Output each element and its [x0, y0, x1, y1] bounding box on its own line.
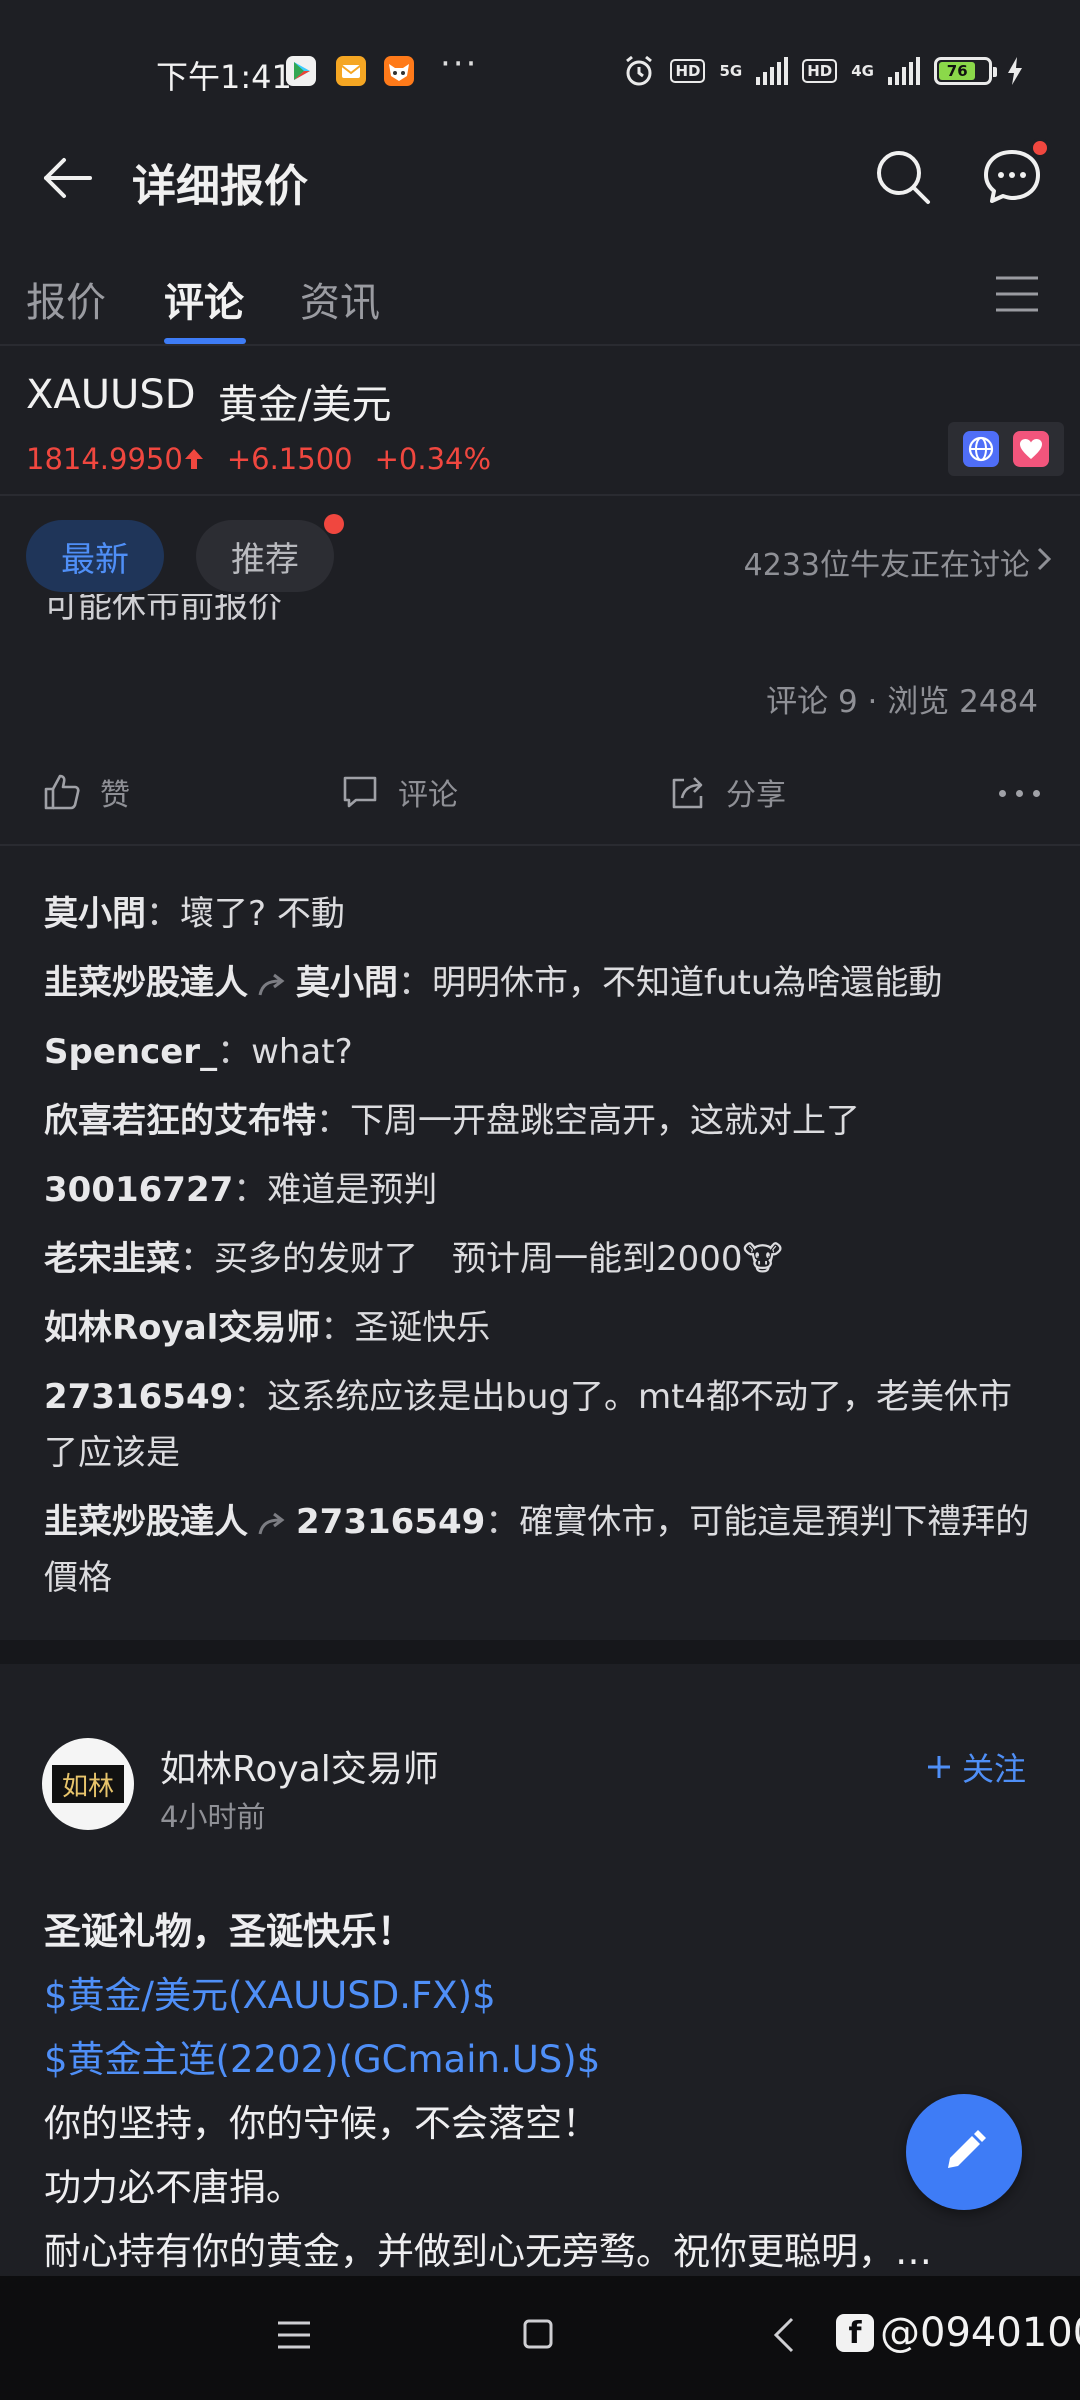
stock-tag-link[interactable]: $黄金/美元(XAUUSD.FX)$ — [44, 1964, 1044, 2028]
favorite-heart-icon[interactable] — [1013, 431, 1049, 467]
quote-change-pct: +0.34% — [374, 442, 492, 476]
home-icon[interactable] — [522, 2318, 554, 2350]
play-store-icon — [286, 56, 316, 86]
like-label: 赞 — [100, 778, 130, 813]
comment-item[interactable]: 老宋韭菜：买多的发财了 预计周一能到2000🐮 — [44, 1231, 1044, 1287]
pencil-icon — [948, 2130, 986, 2168]
battery-icon: 76 — [934, 57, 997, 85]
like-button[interactable]: 赞 — [42, 770, 130, 814]
avatar[interactable]: 如林 — [42, 1738, 134, 1830]
hd-badge-2: HD — [802, 59, 838, 83]
status-time: 下午1:41 — [156, 58, 292, 96]
search-icon[interactable] — [872, 146, 934, 208]
comment-item[interactable]: 27316549：这系统应该是出bug了。mt4都不动了，老美休市了应该是 — [44, 1369, 1044, 1481]
follow-button[interactable]: 关注 — [926, 1744, 1026, 1790]
quote-prices: 1814.9950 +6.1500 +0.34% — [26, 442, 491, 476]
charging-icon — [1008, 57, 1022, 85]
stock-tag-link[interactable]: $黄金主连(2202)(GCmain.US)$ — [44, 2028, 1044, 2092]
thumbs-up-icon — [44, 774, 80, 810]
comment-item[interactable]: 如林Royal交易师：圣诞快乐 — [44, 1300, 1044, 1356]
tab-quote[interactable]: 报价 — [26, 270, 106, 328]
plus-icon — [927, 1756, 950, 1778]
quote-change: +6.1500 — [226, 442, 353, 476]
post-line: 功力必不唐捐。 — [44, 2166, 303, 2209]
post-body[interactable]: 圣诞礼物，圣诞快乐！ $黄金/美元(XAUUSD.FX)$ $黄金主连(2202… — [44, 1900, 1044, 2284]
post-action-bar: 赞 评论 分享 — [0, 756, 1080, 846]
fox-app-icon — [384, 56, 414, 86]
comment-list: 莫小問：壞了? 不動 韭菜炒股達人 莫小問：明明休市，不知道futu為啥還能動 S… — [44, 886, 1044, 1619]
comment-item[interactable]: 30016727：难道是预判 — [44, 1162, 1044, 1218]
hd-badge: HD — [670, 59, 706, 83]
post-author[interactable]: 如林Royal交易师 — [160, 1740, 439, 1792]
battery-level: 76 — [939, 62, 976, 80]
facebook-logo-icon: f — [836, 2314, 874, 2352]
tab-bar: 报价 评论 资讯 — [0, 238, 1080, 346]
post-line: 耐心持有你的黄金，并做到心无旁骛。祝你更聪明，… — [44, 2230, 932, 2273]
follow-label: 关注 — [961, 1750, 1026, 1788]
comment-bubble-icon — [343, 776, 377, 808]
quote-symbol: XAUUSD — [26, 372, 196, 418]
globe-icon[interactable] — [963, 431, 999, 467]
menu-icon[interactable] — [994, 274, 1040, 314]
quote-price: 1814.9950 — [26, 442, 205, 476]
avatar-text: 如林 — [52, 1765, 124, 1803]
comment-item[interactable]: 韭菜炒股達人 27316549：確實休市，可能這是預判下禮拜的價格 — [44, 1494, 1044, 1606]
mail-app-icon — [336, 56, 366, 86]
quote-name: 黄金/美元 — [218, 382, 392, 428]
signal-bars-icon-2 — [888, 57, 920, 85]
post-line: 你的坚持，你的守候，不会落空！ — [44, 2102, 599, 2145]
quote-header[interactable]: XAUUSD 黄金/美元 1814.9950 +6.1500 +0.34% — [0, 348, 1080, 496]
watermark-text: @0940100 — [880, 2310, 1080, 2356]
reply-arrow-icon — [258, 973, 285, 995]
tab-news[interactable]: 资讯 — [300, 270, 380, 328]
quote-icon-group — [948, 422, 1064, 476]
screen: 下午1:41 ··· HD 5G HD 4G 76 详细报价 报价 评论 资讯 … — [0, 0, 1080, 2400]
more-notifications-icon: ··· — [440, 44, 479, 84]
comment-item[interactable]: Spencer_：what? — [44, 1024, 1044, 1080]
comment-item[interactable]: 莫小問：壞了? 不動 — [44, 886, 1044, 942]
up-arrow-icon — [184, 449, 203, 469]
nav-back-icon[interactable] — [772, 2316, 796, 2354]
filter-latest-chip[interactable]: 最新 — [26, 520, 164, 592]
discussion-count-link[interactable]: 4233位牛友正在讨论 — [744, 540, 1030, 584]
alarm-icon — [626, 55, 653, 86]
page-title: 详细报价 — [132, 161, 308, 212]
comment-item[interactable]: 韭菜炒股達人 莫小問：明明休市，不知道futu為啥還能動 — [44, 955, 1044, 1011]
post-time: 4小时前 — [160, 1800, 266, 1834]
post-stats: 评论 9 · 浏览 2484 — [766, 684, 1038, 720]
recommend-badge-dot — [324, 514, 344, 534]
share-label: 分享 — [726, 778, 786, 813]
more-options-icon[interactable] — [999, 790, 1040, 797]
unread-dot — [1030, 138, 1050, 158]
reply-arrow-icon — [258, 1512, 285, 1534]
post-headline: 圣诞礼物，圣诞快乐！ — [44, 1910, 414, 1953]
status-bar: 下午1:41 ··· HD 5G HD 4G 76 — [0, 0, 1080, 120]
comment-button[interactable]: 评论 — [340, 770, 458, 814]
back-arrow-icon[interactable] — [38, 148, 98, 208]
signal-bars-icon — [756, 57, 789, 85]
filter-recommend-chip[interactable]: 推荐 — [196, 520, 334, 592]
system-nav-bar: f @0940100 — [0, 2276, 1080, 2400]
network-5g-label: 5G — [719, 62, 743, 80]
post-text-cut-off: 可能休市前报价 — [44, 594, 282, 626]
app-header: 详细报价 — [0, 120, 1080, 238]
recent-apps-icon[interactable] — [276, 2320, 312, 2350]
comment-label: 评论 — [398, 778, 458, 813]
chevron-right-icon[interactable] — [1036, 546, 1052, 572]
share-button[interactable]: 分享 — [668, 770, 786, 814]
comment-item[interactable]: 欣喜若狂的艾布特：下周一开盘跳空高开，这就对上了 — [44, 1093, 1044, 1149]
compose-button[interactable] — [906, 2094, 1022, 2210]
section-divider — [0, 1640, 1080, 1664]
share-icon — [672, 777, 703, 809]
network-4g-label: 4G — [851, 62, 874, 80]
tab-comments[interactable]: 评论 — [164, 270, 244, 328]
tab-active-indicator — [164, 338, 246, 344]
watermark: f @0940100 — [836, 2310, 1080, 2356]
